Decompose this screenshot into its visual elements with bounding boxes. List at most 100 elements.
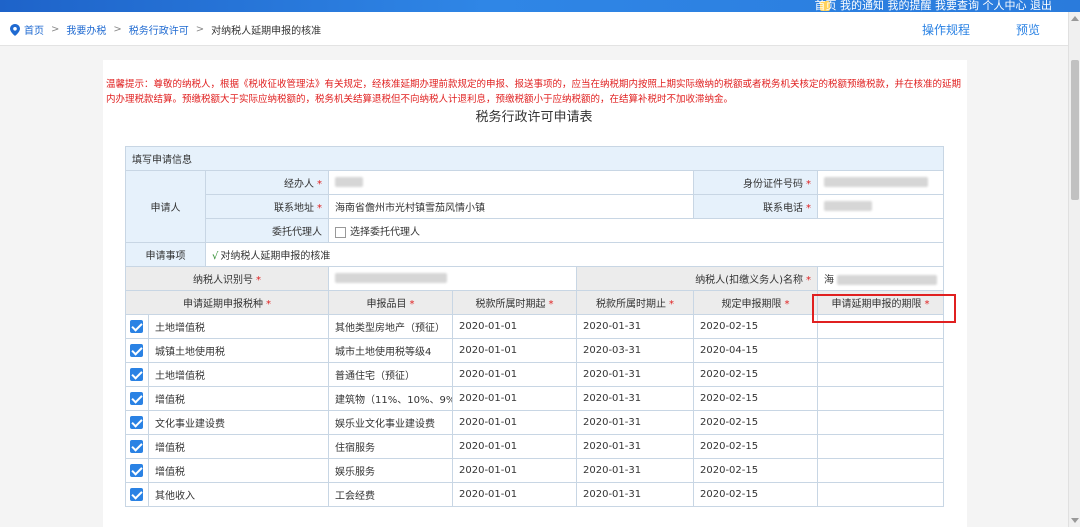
- application-form: 填写申请信息 申请人 经办人 * 身份证件号码 * 联系地址 * 海南省儋州市光村镇雪…: [125, 146, 944, 507]
- col-header-item: 申报品目 *: [328, 290, 453, 315]
- matter-label: 申请事项: [125, 242, 206, 267]
- cell-extension-input[interactable]: [817, 338, 944, 363]
- row-checkbox-cell[interactable]: [125, 482, 149, 507]
- cell-period-end: 2020-01-31: [576, 386, 694, 411]
- top-nav-text[interactable]: 首页 我的通知 我的提醒 我要查询 个人中心 退出: [815, 0, 1052, 12]
- row-checkbox[interactable]: [130, 488, 143, 501]
- taxpayer-name-field[interactable]: 海: [817, 266, 944, 291]
- taxpayer-id-field[interactable]: [328, 266, 577, 291]
- col-header-period-start: 税款所属时期起 *: [452, 290, 577, 315]
- row-checkbox[interactable]: [130, 320, 143, 333]
- cell-item: 建筑物（11%、10%、9%、5%）-增量房: [328, 386, 453, 411]
- phone-field[interactable]: [817, 194, 944, 219]
- phone-label: 联系电话 *: [693, 194, 818, 219]
- table-row: 城镇土地使用税 城市土地使用税等级4 2020-01-01 2020-03-31 202…: [125, 338, 944, 363]
- cell-item: 娱乐业文化事业建设费: [328, 410, 453, 435]
- breadcrumb-separator: >: [195, 24, 205, 35]
- cell-item: 住宿服务: [328, 434, 453, 459]
- masked-name: [335, 177, 363, 187]
- cell-deadline: 2020-04-15: [693, 338, 818, 363]
- col-header-period-end: 税款所属时期止 *: [576, 290, 694, 315]
- cell-deadline: 2020-02-15: [693, 362, 818, 387]
- row-checkbox[interactable]: [130, 416, 143, 429]
- delegate-checkbox[interactable]: [335, 226, 346, 238]
- cell-deadline: 2020-02-15: [693, 410, 818, 435]
- delegate-label: 委托代理人: [205, 218, 329, 243]
- cell-extension-input[interactable]: [817, 386, 944, 411]
- cell-period-start: 2020-01-01: [452, 410, 577, 435]
- row-checkbox[interactable]: [130, 464, 143, 477]
- cell-period-end: 2020-01-31: [576, 314, 694, 339]
- breadcrumb-current: 对纳税人延期申报的核准: [211, 26, 322, 37]
- row-checkbox-cell[interactable]: [125, 410, 149, 435]
- cell-period-start: 2020-01-01: [452, 482, 577, 507]
- preview-link[interactable]: 预览: [1016, 21, 1040, 38]
- scroll-down-arrow-icon[interactable]: [1071, 518, 1079, 523]
- vertical-scrollbar[interactable]: [1068, 12, 1080, 527]
- cell-deadline: 2020-02-15: [693, 482, 818, 507]
- table-row: 土地增值税 普通住宅（预征） 2020-01-01 2020-01-31 2020-02…: [125, 362, 944, 387]
- cell-period-end: 2020-01-31: [576, 434, 694, 459]
- address-label: 联系地址 *: [205, 194, 329, 219]
- table-row: 其他收入 工会经费 2020-01-01 2020-01-31 2020-02-15: [125, 482, 944, 507]
- row-checkbox-cell[interactable]: [125, 386, 149, 411]
- address-field[interactable]: 海南省儋州市光村镇雪茄风情小镇: [328, 194, 694, 219]
- row-checkbox[interactable]: [130, 368, 143, 381]
- notice-text: 温馨提示：尊敬的纳税人，根据《税收征收管理法》有关规定，经核准延期办理前款规定的…: [106, 79, 962, 105]
- row-checkbox-cell[interactable]: [125, 338, 149, 363]
- cell-extension-input[interactable]: [817, 410, 944, 435]
- cell-period-start: 2020-01-01: [452, 362, 577, 387]
- id-number-label: 身份证件号码 *: [693, 170, 818, 195]
- table-row: 增值税建筑物（11%、10%、9%、5%）-增量房2020-01-012020-…: [125, 386, 944, 411]
- delegate-option[interactable]: 选择委托代理人: [328, 218, 944, 243]
- row-checkbox[interactable]: [130, 392, 143, 405]
- table-row: 增值税 娱乐服务 2020-01-01 2020-01-31 2020-02-15: [125, 458, 944, 483]
- cell-period-start: 2020-01-01: [452, 314, 577, 339]
- breadcrumb-tax-service[interactable]: 我要办税: [66, 22, 106, 37]
- cell-extension-input[interactable]: [817, 458, 944, 483]
- cell-deadline: 2020-02-15: [693, 386, 818, 411]
- row-checkbox-cell[interactable]: [125, 434, 149, 459]
- cell-period-end: 2020-03-31: [576, 338, 694, 363]
- table-row: 文化事业建设费 娱乐业文化事业建设费 2020-01-01 2020-01-31 202…: [125, 410, 944, 435]
- cell-deadline: 2020-02-15: [693, 434, 818, 459]
- cell-extension-input[interactable]: [817, 482, 944, 507]
- cell-period-start: 2020-01-01: [452, 458, 577, 483]
- location-pin-icon: [10, 23, 20, 36]
- cell-tax: 文化事业建设费: [148, 410, 329, 435]
- row-checkbox-cell[interactable]: [125, 362, 149, 387]
- taxpayer-name-label: 纳税人(扣缴义务人)名称 *: [576, 266, 818, 291]
- cell-period-start: 2020-01-01: [452, 434, 577, 459]
- breadcrumb-bar: 首页 > 我要办税 > 税务行政许可 > 对纳税人延期申报的核准 操作规程 预览: [0, 12, 1068, 46]
- col-header-extension: 申请延期申报的期限 *: [817, 290, 944, 315]
- row-checkbox[interactable]: [130, 440, 143, 453]
- cell-tax: 城镇土地使用税: [148, 338, 329, 363]
- scroll-thumb[interactable]: [1071, 60, 1079, 200]
- cell-deadline: 2020-02-15: [693, 458, 818, 483]
- col-header-tax: 申请延期申报税种 *: [125, 290, 329, 315]
- row-checkbox-cell[interactable]: [125, 314, 149, 339]
- operation-rules-link[interactable]: 操作规程: [922, 21, 970, 38]
- cell-item: 工会经费: [328, 482, 453, 507]
- masked-phone: [824, 201, 872, 211]
- col-header-deadline: 规定申报期限 *: [693, 290, 818, 315]
- cell-extension-input[interactable]: [817, 314, 944, 339]
- scroll-up-arrow-icon[interactable]: [1071, 16, 1079, 21]
- agent-label: 经办人 *: [205, 170, 329, 195]
- section-title: 填写申请信息: [125, 146, 944, 171]
- cell-extension-input[interactable]: [817, 434, 944, 459]
- agent-field[interactable]: [328, 170, 694, 195]
- id-number-field[interactable]: [817, 170, 944, 195]
- applicant-label: 申请人: [125, 170, 206, 243]
- cell-period-end: 2020-01-31: [576, 482, 694, 507]
- matter-value: √ 对纳税人延期申报的核准: [205, 242, 944, 267]
- row-checkbox[interactable]: [130, 344, 143, 357]
- cell-item: 其他类型房地产（预征）: [328, 314, 453, 339]
- row-checkbox-cell[interactable]: [125, 458, 149, 483]
- table-row: 增值税 住宿服务 2020-01-01 2020-01-31 2020-02-15: [125, 434, 944, 459]
- cell-period-start: 2020-01-01: [452, 386, 577, 411]
- cell-extension-input[interactable]: [817, 362, 944, 387]
- breadcrumb-license[interactable]: 税务行政许可: [129, 22, 189, 37]
- cell-period-end: 2020-01-31: [576, 362, 694, 387]
- breadcrumb-home[interactable]: 首页: [24, 22, 44, 37]
